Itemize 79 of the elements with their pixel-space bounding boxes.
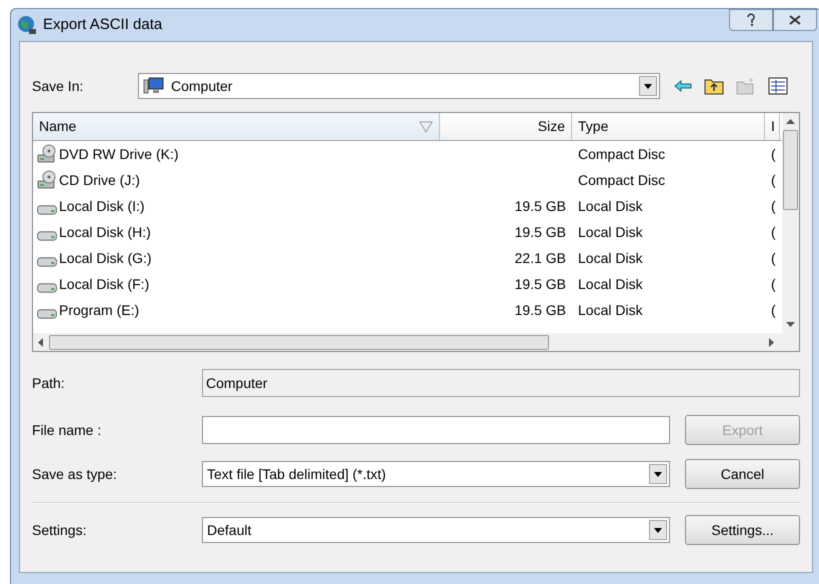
folder-up-icon[interactable]: [704, 77, 724, 95]
file-name-field[interactable]: [202, 416, 670, 444]
optical-drive-icon: [37, 144, 57, 164]
hard-drive-icon: [37, 257, 57, 267]
drive-name: DVD RW Drive (K:): [59, 144, 179, 164]
close-icon: [789, 15, 801, 25]
table-cell: (: [771, 276, 776, 292]
table-cell: (: [771, 250, 776, 266]
computer-icon: [143, 77, 165, 95]
details-view-icon[interactable]: [768, 77, 788, 95]
save-as-type-label: Save as type:: [32, 464, 118, 484]
dropdown-button[interactable]: [639, 76, 657, 96]
column-header[interactable]: I: [765, 113, 780, 140]
optical-drive-icon: [37, 170, 57, 190]
hard-drive-icon: [37, 283, 57, 293]
scroll-thumb[interactable]: [783, 130, 798, 210]
scroll-left-icon[interactable]: [37, 338, 45, 346]
help-icon: [746, 13, 756, 27]
table-cell: (: [771, 172, 776, 188]
save-in-dropdown[interactable]: Computer: [138, 73, 660, 99]
table-cell: (: [771, 224, 776, 240]
path-label: Path:: [32, 374, 66, 392]
column-header[interactable]: Type: [572, 113, 765, 140]
drive-type: Local Disk: [578, 250, 643, 266]
path-field: Computer: [202, 369, 800, 397]
hard-drive-icon: [37, 231, 57, 241]
drive-type: Compact Disc: [578, 146, 666, 162]
settings-dropdown[interactable]: Default: [202, 517, 670, 543]
drive-size: 19.5 GB: [514, 198, 566, 214]
dropdown-button[interactable]: [649, 520, 667, 540]
cancel-button[interactable]: Cancel: [685, 459, 800, 489]
drive-type: Local Disk: [578, 276, 643, 292]
drive-name: Local Disk (F:): [59, 274, 150, 294]
caret-icon: [654, 472, 662, 476]
help-button[interactable]: [729, 9, 773, 31]
hard-drive-icon: [37, 309, 57, 319]
table-cell: (: [771, 198, 776, 214]
dropdown-button[interactable]: [649, 464, 667, 484]
file-row[interactable]: Local Disk (H:) 19.5 GB Local Disk (: [33, 219, 782, 245]
drive-name: CD Drive (J:): [59, 170, 140, 190]
save-as-type-dropdown[interactable]: Text file [Tab delimited] (*.txt): [202, 461, 670, 487]
file-row[interactable]: DVD RW Drive (K:) Compact Disc (: [33, 141, 782, 167]
table-cell: (: [771, 302, 776, 318]
sort-indicator-icon: [419, 120, 433, 132]
file-row[interactable]: CD Drive (J:) Compact Disc (: [33, 167, 782, 193]
drive-size: 19.5 GB: [514, 276, 566, 292]
back-arrow-icon[interactable]: [674, 80, 692, 92]
file-row[interactable]: Local Disk (I:) 19.5 GB Local Disk (: [33, 193, 782, 219]
drive-name: Program (E:): [59, 300, 140, 320]
window-title: Export ASCII data: [43, 14, 162, 35]
file-name-label: File name :: [32, 420, 102, 440]
drive-name: Local Disk (H:): [59, 222, 151, 242]
drive-type: Compact Disc: [578, 172, 666, 188]
scroll-right-icon[interactable]: [767, 338, 775, 346]
drive-type: Local Disk: [578, 198, 643, 214]
drive-name: Local Disk (G:): [59, 248, 152, 268]
settings-label: Settings:: [32, 520, 88, 540]
drive-size: 22.1 GB: [514, 250, 566, 266]
drive-name: Local Disk (I:): [59, 196, 145, 216]
drive-type: Local Disk: [578, 302, 643, 318]
close-button[interactable]: [773, 9, 817, 31]
file-row[interactable]: Local Disk (F:) 19.5 GB Local Disk (: [33, 271, 782, 297]
caret-icon: [654, 528, 662, 532]
caret-icon: [644, 84, 652, 88]
file-row[interactable]: Program (E:) 19.5 GB Local Disk (: [33, 297, 782, 323]
column-header[interactable]: Size: [440, 113, 572, 140]
table-cell: (: [771, 146, 776, 162]
hard-drive-icon: [37, 205, 57, 215]
drive-size: 19.5 GB: [514, 302, 566, 318]
scroll-thumb[interactable]: [49, 334, 549, 350]
drive-size: 19.5 GB: [514, 224, 566, 240]
vertical-scrollbar[interactable]: [782, 113, 799, 333]
globe-icon: [17, 15, 37, 35]
save-in-label: Save In:: [32, 76, 84, 96]
file-row[interactable]: Local Disk (G:) 22.1 GB Local Disk (: [33, 245, 782, 271]
horizontal-scrollbar[interactable]: [33, 333, 799, 351]
drive-type: Local Disk: [578, 224, 643, 240]
settings-button[interactable]: Settings...: [685, 515, 800, 545]
column-header[interactable]: Name: [33, 113, 440, 140]
